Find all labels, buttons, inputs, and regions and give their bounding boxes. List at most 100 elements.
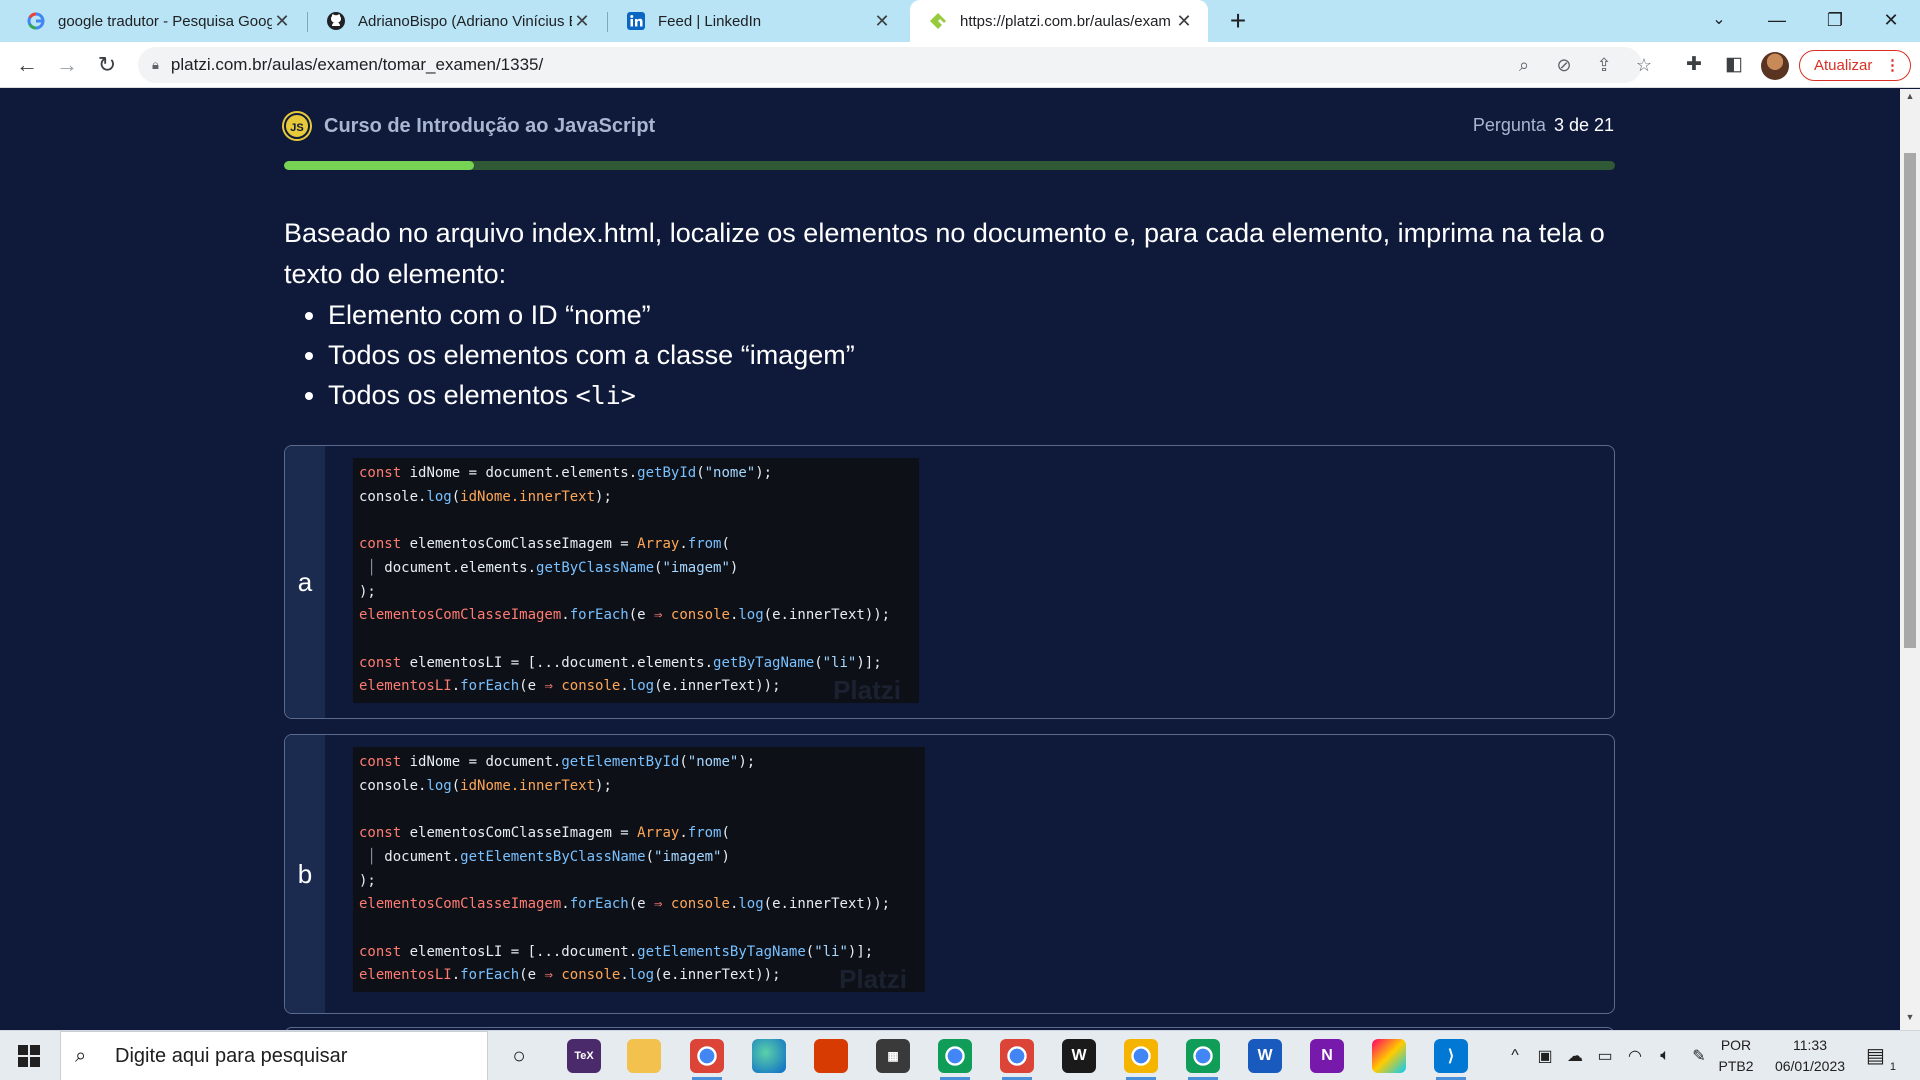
pen-icon[interactable]: ✎	[1680, 1046, 1718, 1066]
tab-title: AdrianoBispo (Adriano Vinícius B	[358, 12, 572, 30]
keyboard-layout: PTB2	[1718, 1058, 1754, 1074]
onenote-icon[interactable]: N	[1310, 1039, 1344, 1073]
taskbar-search[interactable]: ⌕ Digite aqui para pesquisar	[60, 1031, 488, 1080]
file-explorer-icon[interactable]	[627, 1039, 661, 1073]
platzi-watermark: Platzi	[839, 964, 907, 995]
scrollbar-thumb[interactable]	[1904, 153, 1916, 648]
platzi-watermark: Platzi	[833, 675, 901, 706]
tab-platzi-active[interactable]: https://platzi.com.br/aulas/exam ✕	[910, 0, 1208, 42]
windows-start-icon[interactable]	[18, 1045, 40, 1067]
question-text: Baseado no arquivo index.html, localize …	[284, 218, 1605, 289]
answer-option-b[interactable]: b const idNome = document.getElementById…	[284, 734, 1615, 1014]
exam-progress-fill	[284, 161, 475, 170]
tab-github[interactable]: AdrianoBispo (Adriano Vinícius B ✕	[308, 0, 606, 42]
tray-chevron-up-icon[interactable]: ^	[1500, 1047, 1530, 1065]
close-tab-icon[interactable]: ✕	[1174, 11, 1194, 32]
extensions-puzzle-icon[interactable]: ✚	[1678, 49, 1710, 81]
wifi-icon[interactable]: ◠	[1620, 1046, 1650, 1066]
close-window-icon[interactable]: ✕	[1862, 0, 1920, 42]
side-panel-icon[interactable]: ◧	[1718, 49, 1750, 81]
course-title: Curso de Introdução ao JavaScript	[324, 114, 656, 137]
tex-app-icon[interactable]: TeX	[567, 1039, 601, 1073]
exam-page: JS Curso de Introdução ao JavaScript Per…	[0, 89, 1900, 1030]
chrome-profile-4-icon[interactable]	[1124, 1039, 1158, 1080]
question-counter: Pergunta 3 de 21	[1473, 115, 1614, 136]
notifications-icon[interactable]: ▤ 1	[1866, 1043, 1896, 1073]
chrome-profile-3-icon[interactable]	[1000, 1039, 1034, 1080]
bookmark-star-icon[interactable]: ☆	[1628, 49, 1660, 81]
input-language[interactable]: POR PTB2	[1714, 1035, 1758, 1077]
page-scrollbar[interactable]: ▲ ▼	[1900, 89, 1920, 1030]
close-tab-icon[interactable]: ✕	[872, 11, 892, 32]
share-icon[interactable]: ⇪	[1588, 49, 1620, 81]
vscode-icon[interactable]: ⟩	[1434, 1039, 1468, 1080]
back-arrow-icon[interactable]: ←	[10, 48, 44, 82]
answer-option-a[interactable]: a const idNome = document.elements.getBy…	[284, 445, 1615, 719]
forward-arrow-icon[interactable]: →	[50, 48, 84, 82]
bullet-text: Todos os elementos	[328, 380, 576, 410]
onedrive-cloud-icon[interactable]: ☁	[1560, 1046, 1590, 1066]
platzi-icon	[928, 11, 948, 31]
chrome-profile-2-icon[interactable]	[938, 1039, 972, 1080]
new-tab-button[interactable]: +	[1221, 4, 1255, 38]
close-tab-icon[interactable]: ✕	[272, 11, 292, 32]
word-icon[interactable]: W	[1248, 1039, 1282, 1073]
gitkraken-icon[interactable]	[1372, 1039, 1406, 1073]
tab-title: google tradutor - Pesquisa Goog	[58, 12, 272, 30]
google-icon	[26, 11, 46, 31]
linkedin-icon	[626, 11, 646, 31]
task-view-icon[interactable]: ○	[502, 1039, 536, 1073]
bullet-code: <li>	[575, 381, 636, 410]
office-icon[interactable]	[814, 1039, 848, 1073]
scroll-up-arrow-icon[interactable]: ▲	[1900, 91, 1920, 107]
search-icon: ⌕	[75, 1044, 87, 1067]
update-button[interactable]: Atualizar ⋮	[1799, 50, 1911, 81]
question-counter-label: Pergunta	[1472, 115, 1546, 135]
question-counter-value: 3 de 21	[1553, 115, 1614, 135]
question-bullet: Elemento com o ID “nome”	[328, 295, 1624, 335]
url-text: platzi.com.br/aulas/examen/tomar_examen/…	[170, 55, 544, 74]
zoom-icon[interactable]: ⌕	[1508, 49, 1540, 81]
exam-progress-bar	[284, 161, 1615, 170]
tab-strip: google tradutor - Pesquisa Goog ✕ Adrian…	[0, 0, 1920, 42]
tab-linkedin[interactable]: Feed | LinkedIn ✕	[608, 0, 906, 42]
more-menu-icon: ⋮	[1885, 57, 1900, 74]
edge-browser-icon[interactable]	[752, 1039, 786, 1073]
code-snippet-image: const idNome = document.elements.getById…	[353, 458, 919, 703]
taskbar-search-placeholder: Digite aqui para pesquisar	[115, 1044, 348, 1067]
minimize-icon[interactable]: —	[1748, 0, 1806, 42]
webstorm-icon[interactable]: W	[1062, 1039, 1096, 1073]
update-label: Atualizar	[1814, 57, 1873, 74]
system-clock[interactable]: 11:33 06/01/2023	[1764, 1035, 1856, 1077]
javascript-badge-icon: JS	[284, 113, 310, 139]
tab-search-chevron-icon[interactable]: ⌄	[1690, 0, 1748, 42]
windows-taskbar: ⌕ Digite aqui para pesquisar ○ TeX ▦ W W…	[0, 1030, 1920, 1080]
battery-icon[interactable]: ▭	[1590, 1046, 1620, 1066]
github-icon	[326, 11, 346, 31]
profile-avatar[interactable]	[1761, 52, 1789, 80]
tray-camera-icon[interactable]: ▣	[1530, 1046, 1560, 1066]
chrome-profile-1-icon[interactable]	[690, 1039, 724, 1080]
chrome-profile-5-icon[interactable]	[1186, 1039, 1220, 1080]
restore-window-icon[interactable]: ❐	[1806, 0, 1864, 42]
tab-google[interactable]: google tradutor - Pesquisa Goog ✕	[8, 0, 306, 42]
option-letter: b	[285, 735, 325, 1013]
eye-off-icon[interactable]: ⊘	[1548, 49, 1580, 81]
volume-icon[interactable]: 🔈︎	[1650, 1047, 1680, 1065]
tab-title: Feed | LinkedIn	[658, 12, 762, 30]
clock-time: 11:33	[1793, 1037, 1827, 1053]
address-bar[interactable]: 🔒︎ platzi.com.br/aulas/examen/tomar_exam…	[138, 47, 1642, 83]
system-tray: ^ ▣ ☁ ▭ ◠ 🔈︎ ✎	[1500, 1031, 1718, 1080]
code-snippet-image: const idNome = document.getElementById("…	[353, 747, 925, 992]
option-letter: a	[285, 446, 325, 718]
scroll-down-arrow-icon[interactable]: ▼	[1900, 1012, 1920, 1028]
calculator-icon[interactable]: ▦	[876, 1039, 910, 1073]
tab-title: https://platzi.com.br/aulas/exam	[960, 12, 1171, 30]
lock-icon: 🔒︎	[152, 57, 159, 72]
course-header: JS Curso de Introdução ao JavaScript	[284, 113, 655, 139]
close-tab-icon[interactable]: ✕	[572, 11, 592, 32]
question-statement: Baseado no arquivo index.html, localize …	[284, 213, 1624, 416]
reload-icon[interactable]: ↻	[90, 48, 124, 82]
language-code: POR	[1720, 1037, 1752, 1053]
question-bullet: Todos os elementos <li>	[328, 375, 1624, 416]
